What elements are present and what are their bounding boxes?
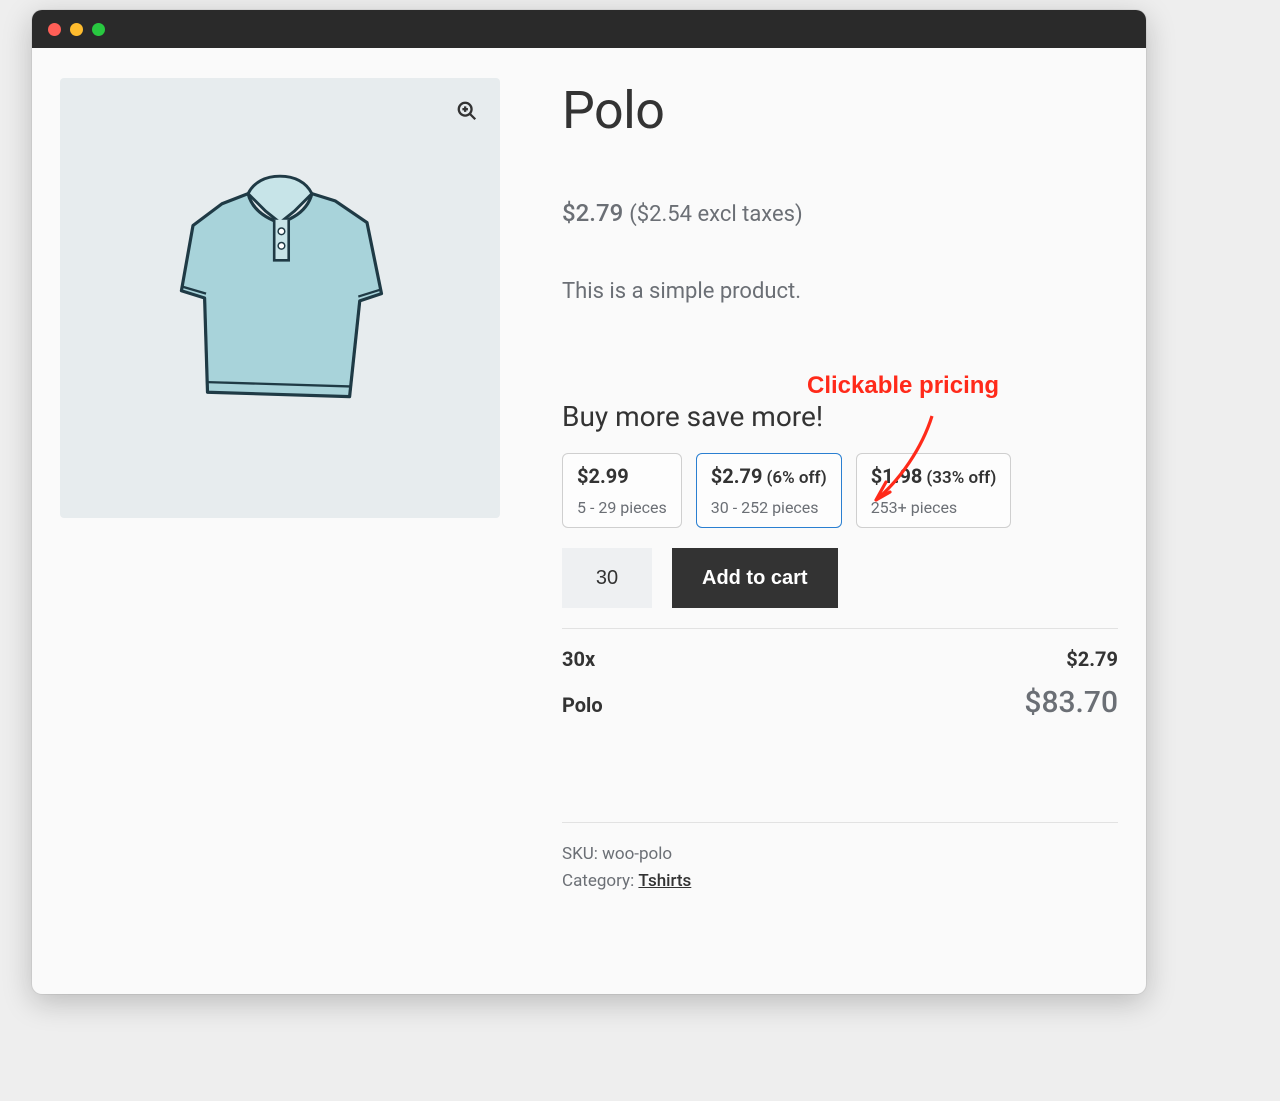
window-titlebar [32,10,1146,48]
quantity-input[interactable] [562,548,652,608]
product-description: This is a simple product. [562,279,1118,304]
product-image-column [60,78,500,895]
summary-name: Polo [562,693,603,717]
browser-window: Polo $2.79 ($2.54 excl taxes) This is a … [32,10,1146,994]
tier-price: $2.79 [711,464,763,488]
sku-value: woo-polo [602,844,672,864]
window-zoom-button[interactable] [92,23,105,36]
tier-qty-range: 5 - 29 pieces [577,498,667,517]
annotation-arrow-icon [852,408,972,528]
tier-pricing-options: $2.99 5 - 29 pieces $2.79 (6% off) 30 - … [562,453,1118,528]
add-to-cart-button[interactable]: Add to cart [672,548,838,608]
price-value: $2.79 [562,199,623,227]
product-price: $2.79 ($2.54 excl taxes) [562,199,1118,227]
summary-qty: 30x [562,647,595,671]
tier-option-2[interactable]: $2.79 (6% off) 30 - 252 pieces [696,453,842,528]
category-link[interactable]: Tshirts [638,871,691,891]
product-details: Polo $2.79 ($2.54 excl taxes) This is a … [562,78,1118,895]
summary-total: $83.70 [1024,685,1118,720]
tier-pricing-heading: Buy more save more! [562,400,1118,433]
window-minimize-button[interactable] [70,23,83,36]
window-close-button[interactable] [48,23,61,36]
sku-label: SKU: [562,844,602,864]
tier-discount: (6% off) [766,468,826,488]
tier-qty-range: 30 - 252 pieces [711,498,827,517]
price-summary: 30x $2.79 Polo $83.70 [562,647,1118,720]
price-excl-tax: ($2.54 excl taxes) [629,202,802,227]
product-page: Polo $2.79 ($2.54 excl taxes) This is a … [32,48,1146,915]
zoom-icon[interactable] [452,96,482,126]
divider [562,628,1118,629]
product-title: Polo [562,80,1118,141]
add-to-cart-row: Add to cart [562,548,1118,608]
tier-price: $2.99 [577,464,629,488]
summary-unit-price: $2.79 [1066,647,1118,671]
category-label: Category: [562,871,638,891]
product-meta: SKU: woo-polo Category: Tshirts [562,822,1118,895]
tier-option-1[interactable]: $2.99 5 - 29 pieces [562,453,682,528]
annotation-label: Clickable pricing [807,372,999,400]
polo-shirt-illustration [135,153,425,443]
product-image[interactable] [60,78,500,518]
